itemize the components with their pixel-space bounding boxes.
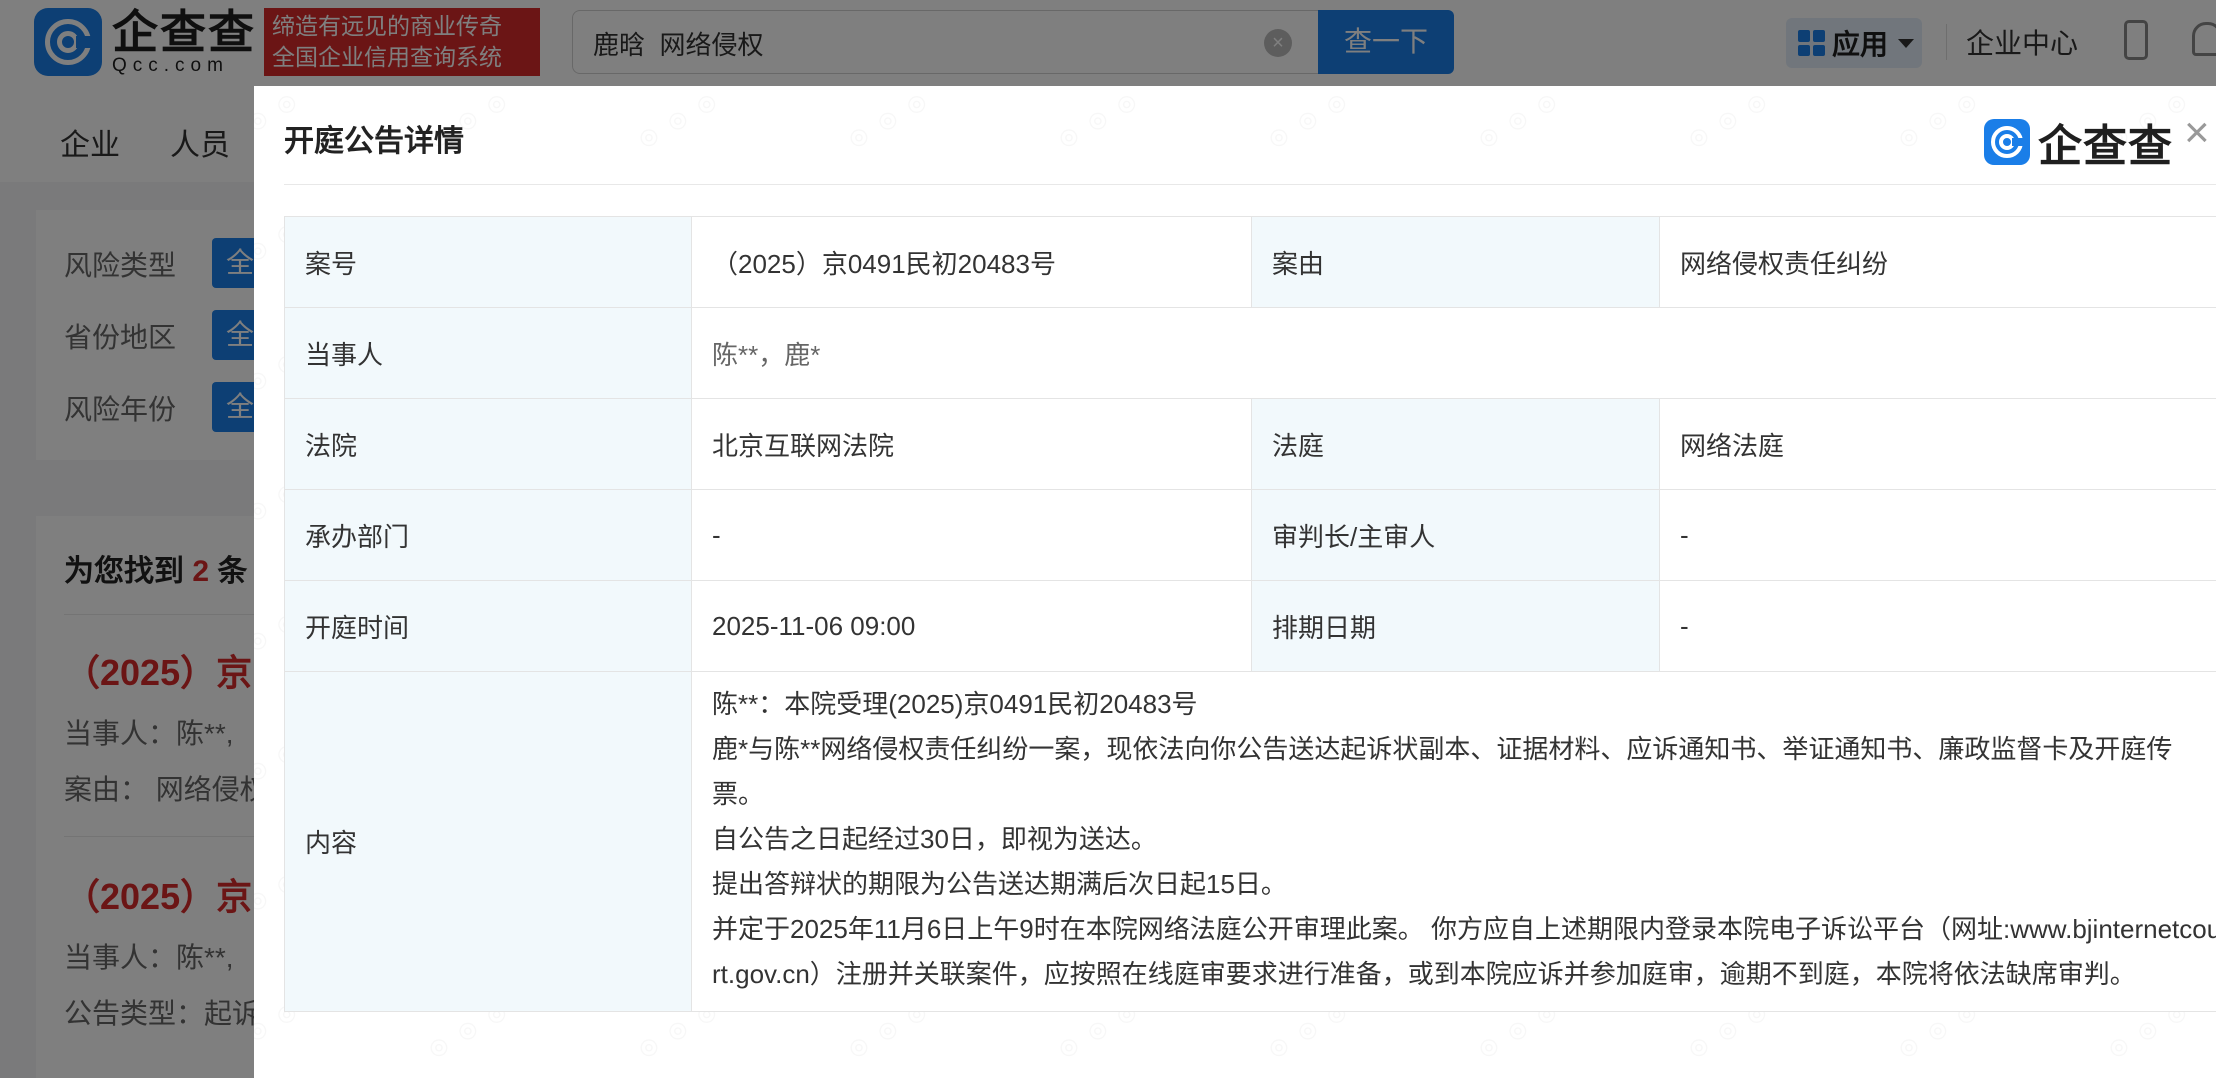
content-line: 陈**：本院受理(2025)京0491民初20483号: [712, 689, 1198, 719]
content-line: 并定于2025年11月6日上午9时在本院网络法庭公开审理此案。 你方应自上述期限…: [712, 914, 2216, 989]
modal-title: 开庭公告详情: [284, 125, 464, 158]
close-icon[interactable]: ×: [2184, 108, 2210, 158]
hearing-detail-table: 案号 （2025）京0491民初20483号 案由 网络侵权责任纠纷 当事人 陈…: [284, 216, 2216, 1012]
watermark-glyph: ◎ ◎ ◎: [843, 86, 934, 152]
schedule-date-value: -: [1659, 580, 2216, 672]
schedule-date-label: 排期日期: [1251, 580, 1660, 672]
content-line: 自公告之日起经过30日，即视为送达。: [712, 824, 1157, 854]
court-label: 法院: [284, 398, 692, 490]
table-row: 法院 北京互联网法院 法庭 网络法庭: [284, 398, 2216, 490]
table-row: 当事人 陈**，鹿*: [284, 307, 2216, 399]
case-number-value: （2025）京0491民初20483号: [691, 216, 1252, 308]
hearing-time-label: 开庭时间: [284, 580, 692, 672]
modal-logo-text: 企查查: [2038, 122, 2173, 171]
content-line: 提出答辩状的期限为公告送达期满后次日起15日。: [712, 869, 1287, 899]
tribunal-label: 法庭: [1251, 398, 1660, 490]
modal-header-divider: [284, 184, 2216, 185]
court-value: 北京互联网法院: [691, 398, 1252, 490]
judge-label: 审判长/主审人: [1251, 489, 1660, 581]
content-label: 内容: [284, 671, 692, 1012]
watermark-glyph: ◎ ◎ ◎: [1473, 86, 1564, 152]
cause-value: 网络侵权责任纠纷: [1659, 216, 2216, 308]
watermark-glyph: ◎ ◎ ◎: [1683, 86, 1774, 152]
qcc-logo-icon: [1984, 119, 2030, 165]
table-row: 开庭时间 2025-11-06 09:00 排期日期 -: [284, 580, 2216, 672]
watermark-glyph: ◎ ◎ ◎: [1893, 86, 1984, 152]
table-row: 内容 陈**：本院受理(2025)京0491民初20483号 鹿*与陈**网络侵…: [284, 671, 2216, 1012]
watermark-glyph: ◎ ◎ ◎: [633, 86, 724, 152]
cause-label: 案由: [1251, 216, 1660, 308]
modal-logo: 企查查: [1984, 110, 2173, 174]
department-label: 承办部门: [284, 489, 692, 581]
parties-label: 当事人: [284, 307, 692, 399]
case-number-label: 案号: [284, 216, 692, 308]
hearing-notice-modal: ◎ ◎ ◎ ◎ ◎ ◎ ◎ ◎ ◎ ◎ ◎ ◎ ◎ ◎ ◎ ◎ ◎ ◎ ◎ ◎ ◎ ◎ ◎ ◎…: [254, 86, 2216, 1078]
hearing-time-value: 2025-11-06 09:00: [691, 580, 1252, 672]
tribunal-value: 网络法庭: [1659, 398, 2216, 490]
parties-value: 陈**，鹿*: [691, 307, 2216, 399]
table-row: 案号 （2025）京0491民初20483号 案由 网络侵权责任纠纷: [284, 216, 2216, 308]
watermark-glyph: ◎ ◎ ◎: [1263, 86, 1354, 152]
content-line: 鹿*与陈**网络侵权责任纠纷一案，现依法向你公告送达起诉状副本、证据材料、应诉通…: [712, 734, 2173, 809]
watermark-glyph: ◎ ◎ ◎: [1053, 86, 1144, 152]
judge-value: -: [1659, 489, 2216, 581]
table-row: 承办部门 - 审判长/主审人 -: [284, 489, 2216, 581]
content-value: 陈**：本院受理(2025)京0491民初20483号 鹿*与陈**网络侵权责任…: [691, 671, 2216, 1012]
department-value: -: [691, 489, 1252, 581]
